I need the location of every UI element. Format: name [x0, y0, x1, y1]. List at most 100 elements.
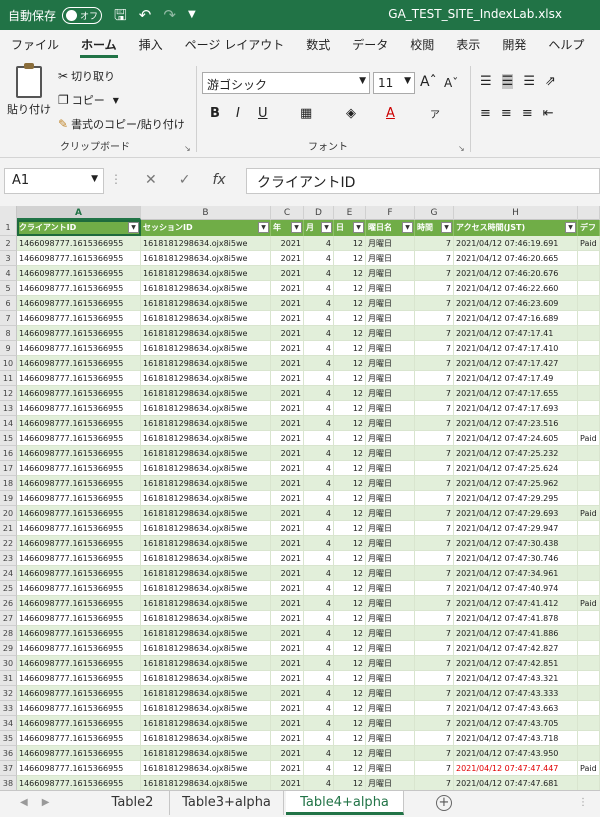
year-cell[interactable]: 2021 [271, 281, 304, 296]
month-cell[interactable]: 4 [304, 326, 334, 341]
tab-formulas[interactable]: 数式 [295, 30, 341, 60]
more-options-icon[interactable]: ⋮ [110, 172, 122, 186]
copy-button[interactable]: ❐ コピー ▼ [58, 92, 119, 108]
access-time-cell[interactable]: 2021/04/12 07:47:17.41 [454, 326, 578, 341]
access-time-cell[interactable]: 2021/04/12 07:47:29.693 [454, 506, 578, 521]
row-number[interactable]: 29 [0, 641, 17, 656]
day-cell[interactable]: 12 [334, 521, 366, 536]
client-id-cell[interactable]: 1466098777.1615366955 [17, 626, 141, 641]
day-cell[interactable]: 12 [334, 551, 366, 566]
day-cell[interactable]: 12 [334, 641, 366, 656]
row-number[interactable]: 10 [0, 356, 17, 371]
underline-icon[interactable]: U [258, 106, 268, 121]
day-cell[interactable]: 12 [334, 341, 366, 356]
weekday-cell[interactable]: 月曜日 [366, 596, 415, 611]
day-cell[interactable]: 12 [334, 311, 366, 326]
month-cell[interactable]: 4 [304, 296, 334, 311]
day-cell[interactable]: 12 [334, 491, 366, 506]
extra-cell[interactable] [578, 266, 600, 281]
client-id-cell[interactable]: 1466098777.1615366955 [17, 521, 141, 536]
client-id-cell[interactable]: 1466098777.1615366955 [17, 296, 141, 311]
weekday-cell[interactable]: 月曜日 [366, 476, 415, 491]
add-sheet-icon[interactable]: + [436, 795, 452, 811]
format-painter-button[interactable]: ✎ 書式のコピー/貼り付け [58, 116, 185, 132]
day-cell[interactable]: 12 [334, 266, 366, 281]
client-id-cell[interactable]: 1466098777.1615366955 [17, 311, 141, 326]
hour-cell[interactable]: 7 [415, 611, 454, 626]
extra-cell[interactable] [578, 356, 600, 371]
client-id-cell[interactable]: 1466098777.1615366955 [17, 761, 141, 776]
hour-cell[interactable]: 7 [415, 581, 454, 596]
column-header-a[interactable]: A [17, 206, 141, 220]
tab-home[interactable]: ホーム [70, 30, 128, 60]
access-time-cell[interactable]: 2021/04/12 07:46:22.660 [454, 281, 578, 296]
access-time-cell[interactable]: 2021/04/12 07:47:17.693 [454, 401, 578, 416]
client-id-cell[interactable]: 1466098777.1615366955 [17, 236, 141, 251]
row-number[interactable]: 3 [0, 251, 17, 266]
access-time-cell[interactable]: 2021/04/12 07:46:23.609 [454, 296, 578, 311]
chevron-down-icon[interactable]: ▼ [113, 96, 119, 105]
weekday-cell[interactable]: 月曜日 [366, 311, 415, 326]
month-cell[interactable]: 4 [304, 566, 334, 581]
weekday-cell[interactable]: 月曜日 [366, 761, 415, 776]
row-number[interactable]: 38 [0, 776, 17, 790]
name-box[interactable]: A1 ▼ [4, 168, 104, 194]
font-name-select[interactable]: 游ゴシック ▼ [202, 72, 370, 94]
weekday-cell[interactable]: 月曜日 [366, 281, 415, 296]
customize-quick-access-icon[interactable]: ▼ [188, 10, 196, 20]
month-cell[interactable]: 4 [304, 416, 334, 431]
month-cell[interactable]: 4 [304, 731, 334, 746]
client-id-cell[interactable]: 1466098777.1615366955 [17, 671, 141, 686]
year-cell[interactable]: 2021 [271, 296, 304, 311]
session-id-cell[interactable]: 1618181298634.ojx8i5we [141, 731, 271, 746]
session-id-cell[interactable]: 1618181298634.ojx8i5we [141, 626, 271, 641]
day-cell[interactable]: 12 [334, 716, 366, 731]
hour-cell[interactable]: 7 [415, 371, 454, 386]
year-cell[interactable]: 2021 [271, 776, 304, 790]
month-cell[interactable]: 4 [304, 641, 334, 656]
weekday-cell[interactable]: 月曜日 [366, 416, 415, 431]
year-cell[interactable]: 2021 [271, 701, 304, 716]
hour-cell[interactable]: 7 [415, 491, 454, 506]
session-id-cell[interactable]: 1618181298634.ojx8i5we [141, 686, 271, 701]
weekday-cell[interactable]: 月曜日 [366, 641, 415, 656]
month-cell[interactable]: 4 [304, 716, 334, 731]
bold-icon[interactable]: B [210, 106, 220, 121]
session-id-cell[interactable]: 1618181298634.ojx8i5we [141, 776, 271, 790]
hour-cell[interactable]: 7 [415, 296, 454, 311]
phonetic-guide-icon[interactable]: ア [430, 106, 440, 121]
extra-cell[interactable]: Paid [578, 506, 600, 521]
hour-cell[interactable]: 7 [415, 476, 454, 491]
row-number[interactable]: 27 [0, 611, 17, 626]
align-left-icon[interactable]: ≡ [480, 106, 491, 121]
hour-cell[interactable]: 7 [415, 641, 454, 656]
year-cell[interactable]: 2021 [271, 266, 304, 281]
year-cell[interactable]: 2021 [271, 671, 304, 686]
extra-cell[interactable] [578, 476, 600, 491]
access-time-cell[interactable]: 2021/04/12 07:47:40.974 [454, 581, 578, 596]
hour-cell[interactable]: 7 [415, 626, 454, 641]
header-cell[interactable]: 曜日名 ▼ [366, 220, 415, 236]
day-cell[interactable]: 12 [334, 746, 366, 761]
session-id-cell[interactable]: 1618181298634.ojx8i5we [141, 386, 271, 401]
hour-cell[interactable]: 7 [415, 566, 454, 581]
column-header-d[interactable]: D [304, 206, 334, 220]
month-cell[interactable]: 4 [304, 281, 334, 296]
row-number[interactable]: 25 [0, 581, 17, 596]
hour-cell[interactable]: 7 [415, 686, 454, 701]
extra-cell[interactable] [578, 521, 600, 536]
session-id-cell[interactable]: 1618181298634.ojx8i5we [141, 641, 271, 656]
month-cell[interactable]: 4 [304, 446, 334, 461]
day-cell[interactable]: 12 [334, 416, 366, 431]
client-id-cell[interactable]: 1466098777.1615366955 [17, 566, 141, 581]
day-cell[interactable]: 12 [334, 251, 366, 266]
year-cell[interactable]: 2021 [271, 251, 304, 266]
access-time-cell[interactable]: 2021/04/12 07:47:25.232 [454, 446, 578, 461]
filter-dropdown-icon[interactable]: ▼ [353, 222, 364, 233]
day-cell[interactable]: 12 [334, 371, 366, 386]
weekday-cell[interactable]: 月曜日 [366, 296, 415, 311]
access-time-cell[interactable]: 2021/04/12 07:47:47.681 [454, 776, 578, 790]
orientation-icon[interactable]: ⇗ [545, 74, 556, 89]
year-cell[interactable]: 2021 [271, 311, 304, 326]
weekday-cell[interactable]: 月曜日 [366, 521, 415, 536]
